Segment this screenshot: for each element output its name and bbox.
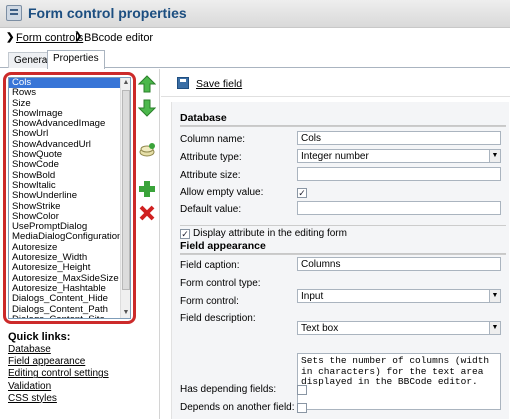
column-name-input[interactable]: Cols [297,131,501,145]
scroll-up-icon[interactable]: ▲ [121,78,130,88]
field-description-textarea[interactable]: Sets the number of columns (width in cha… [297,353,501,410]
field-list-item[interactable]: Autoresize_Height [9,263,121,273]
tab-properties[interactable]: Properties [47,50,105,69]
field-list-item[interactable]: ShowBold [9,171,121,181]
field-form: Database Column name: Cols Attribute typ… [171,102,509,419]
quick-link-database[interactable]: Database [8,344,158,356]
field-list-item[interactable]: ShowUnderline [9,191,121,201]
tab-bar: General Properties [0,48,510,69]
field-list-item[interactable]: UsePromptDialog [9,222,121,232]
form-control-type-label: Form control type: [180,278,261,289]
default-value-label: Default value: [180,204,242,215]
breadcrumb-separator-icon: ❯ [74,31,83,42]
scroll-down-icon[interactable]: ▼ [121,308,130,318]
field-list-item[interactable]: ShowQuote [9,150,121,160]
attribute-type-select[interactable]: Integer number ▼ [297,149,501,163]
attribute-size-input[interactable] [297,167,501,181]
quick-link-validation[interactable]: Validation [8,381,158,393]
form-control-value: Text box [301,323,339,334]
field-list-pane: Cols Rows Size ShowImage ShowAdvancedImage Sh… [0,69,160,419]
field-list-scrollbar[interactable]: ▲ ▼ [120,78,130,318]
quick-links-title: Quick links: [8,331,71,343]
database-section-title: Database [180,112,506,126]
save-toolbar: Save field [161,69,510,97]
chevron-down-icon[interactable]: ▼ [489,290,500,302]
field-appearance-title: Field appearance [180,240,506,254]
has-depending-fields-label: Has depending fields: [180,384,277,395]
window-title: Form control properties [28,5,187,21]
allow-empty-checkbox[interactable]: ✓ [297,188,307,198]
add-field-icon[interactable] [138,180,156,198]
allow-empty-label: Allow empty value: [180,187,264,198]
field-list-item[interactable]: Size [9,99,121,109]
scroll-thumb[interactable] [122,90,130,290]
move-down-arrow-icon[interactable] [138,99,156,117]
attribute-type-value: Integer number [301,151,369,162]
move-up-arrow-icon[interactable] [138,75,156,93]
display-in-form-checkbox[interactable]: ✓ [180,229,190,239]
depends-on-field-checkbox[interactable] [297,403,307,413]
divider [180,225,506,226]
chevron-down-icon[interactable]: ▼ [489,322,500,334]
field-listbox[interactable]: Cols Rows Size ShowImage ShowAdvancedImage Sh… [8,77,131,319]
display-in-form-label: Display attribute in the editing form [193,228,347,239]
breadcrumb: ❯ Form controls ❯ BBcode editor [0,28,510,48]
depends-on-field-label: Depends on another field: [180,402,295,413]
field-list-highlight: Cols Rows Size ShowImage ShowAdvancedImage Sh… [3,72,136,324]
attribute-type-label: Attribute type: [180,152,242,163]
field-list-item[interactable]: ShowAdvancedUrl [9,140,121,150]
database-section: Database [180,112,506,127]
title-bar: Form control properties [0,0,510,28]
has-depending-fields-checkbox[interactable] [297,385,307,395]
default-value-input[interactable] [297,201,501,215]
form-control-type-value: Input [301,291,324,302]
breadcrumb-current: BBcode editor [84,32,154,44]
field-description-label: Field description: [180,313,256,324]
field-properties-pane: Save field Database Column name: Cols At… [161,69,510,419]
field-list-item[interactable]: ShowImage [9,109,121,119]
breadcrumb-arrow-icon: ❯ [6,32,15,43]
field-list-item[interactable]: ShowStrike [9,202,121,212]
field-list-item[interactable]: ShowItalic [9,181,121,191]
field-list-items: Cols Rows Size ShowImage ShowAdvancedImage Sh… [9,78,121,318]
quick-link-editing-control-settings[interactable]: Editing control settings [8,368,158,380]
field-list-item[interactable]: Autoresize_MaxSideSize [9,274,121,284]
field-list-item[interactable]: Dialogs_Content_Path [9,305,121,315]
field-list-item[interactable]: MediaDialogConfiguration [9,232,121,242]
field-list-item[interactable]: Dialogs_Content_Site [9,315,121,318]
field-list-item[interactable]: ShowColor [9,212,121,222]
field-description-text: Sets the number of columns (width in cha… [301,355,495,387]
form-control-select[interactable]: Text box ▼ [297,321,501,335]
chevron-down-icon[interactable]: ▼ [489,150,500,162]
field-list-item[interactable]: Autoresize [9,243,121,253]
save-field-button[interactable]: Save field [196,78,242,90]
new-category-icon[interactable] [138,141,156,159]
field-list-item[interactable]: Autoresize_Width [9,253,121,263]
field-list-item[interactable]: ShowUrl [9,129,121,139]
field-list-item[interactable]: ShowAdvancedImage [9,119,121,129]
form-control-icon [6,5,22,21]
quick-links: Quick links: Database Field appearance E… [8,331,158,405]
attribute-size-label: Attribute size: [180,170,241,181]
field-list-item[interactable]: ShowCode [9,160,121,170]
column-name-label: Column name: [180,134,246,145]
field-list-item[interactable]: Cols [9,78,121,89]
quick-link-css-styles[interactable]: CSS styles [8,393,158,405]
quick-link-field-appearance[interactable]: Field appearance [8,356,158,368]
field-list-item[interactable]: Rows [9,88,121,98]
field-list-item[interactable]: Dialogs_Content_Hide [9,294,121,304]
form-control-type-select[interactable]: Input ▼ [297,289,501,303]
field-caption-input[interactable]: Columns [297,257,501,271]
delete-field-icon[interactable] [138,204,156,222]
field-appearance-section: Field appearance [180,240,506,255]
field-list-item[interactable]: Autoresize_Hashtable [9,284,121,294]
save-icon[interactable] [177,77,189,89]
form-control-label: Form control: [180,296,239,307]
field-caption-label: Field caption: [180,260,240,271]
